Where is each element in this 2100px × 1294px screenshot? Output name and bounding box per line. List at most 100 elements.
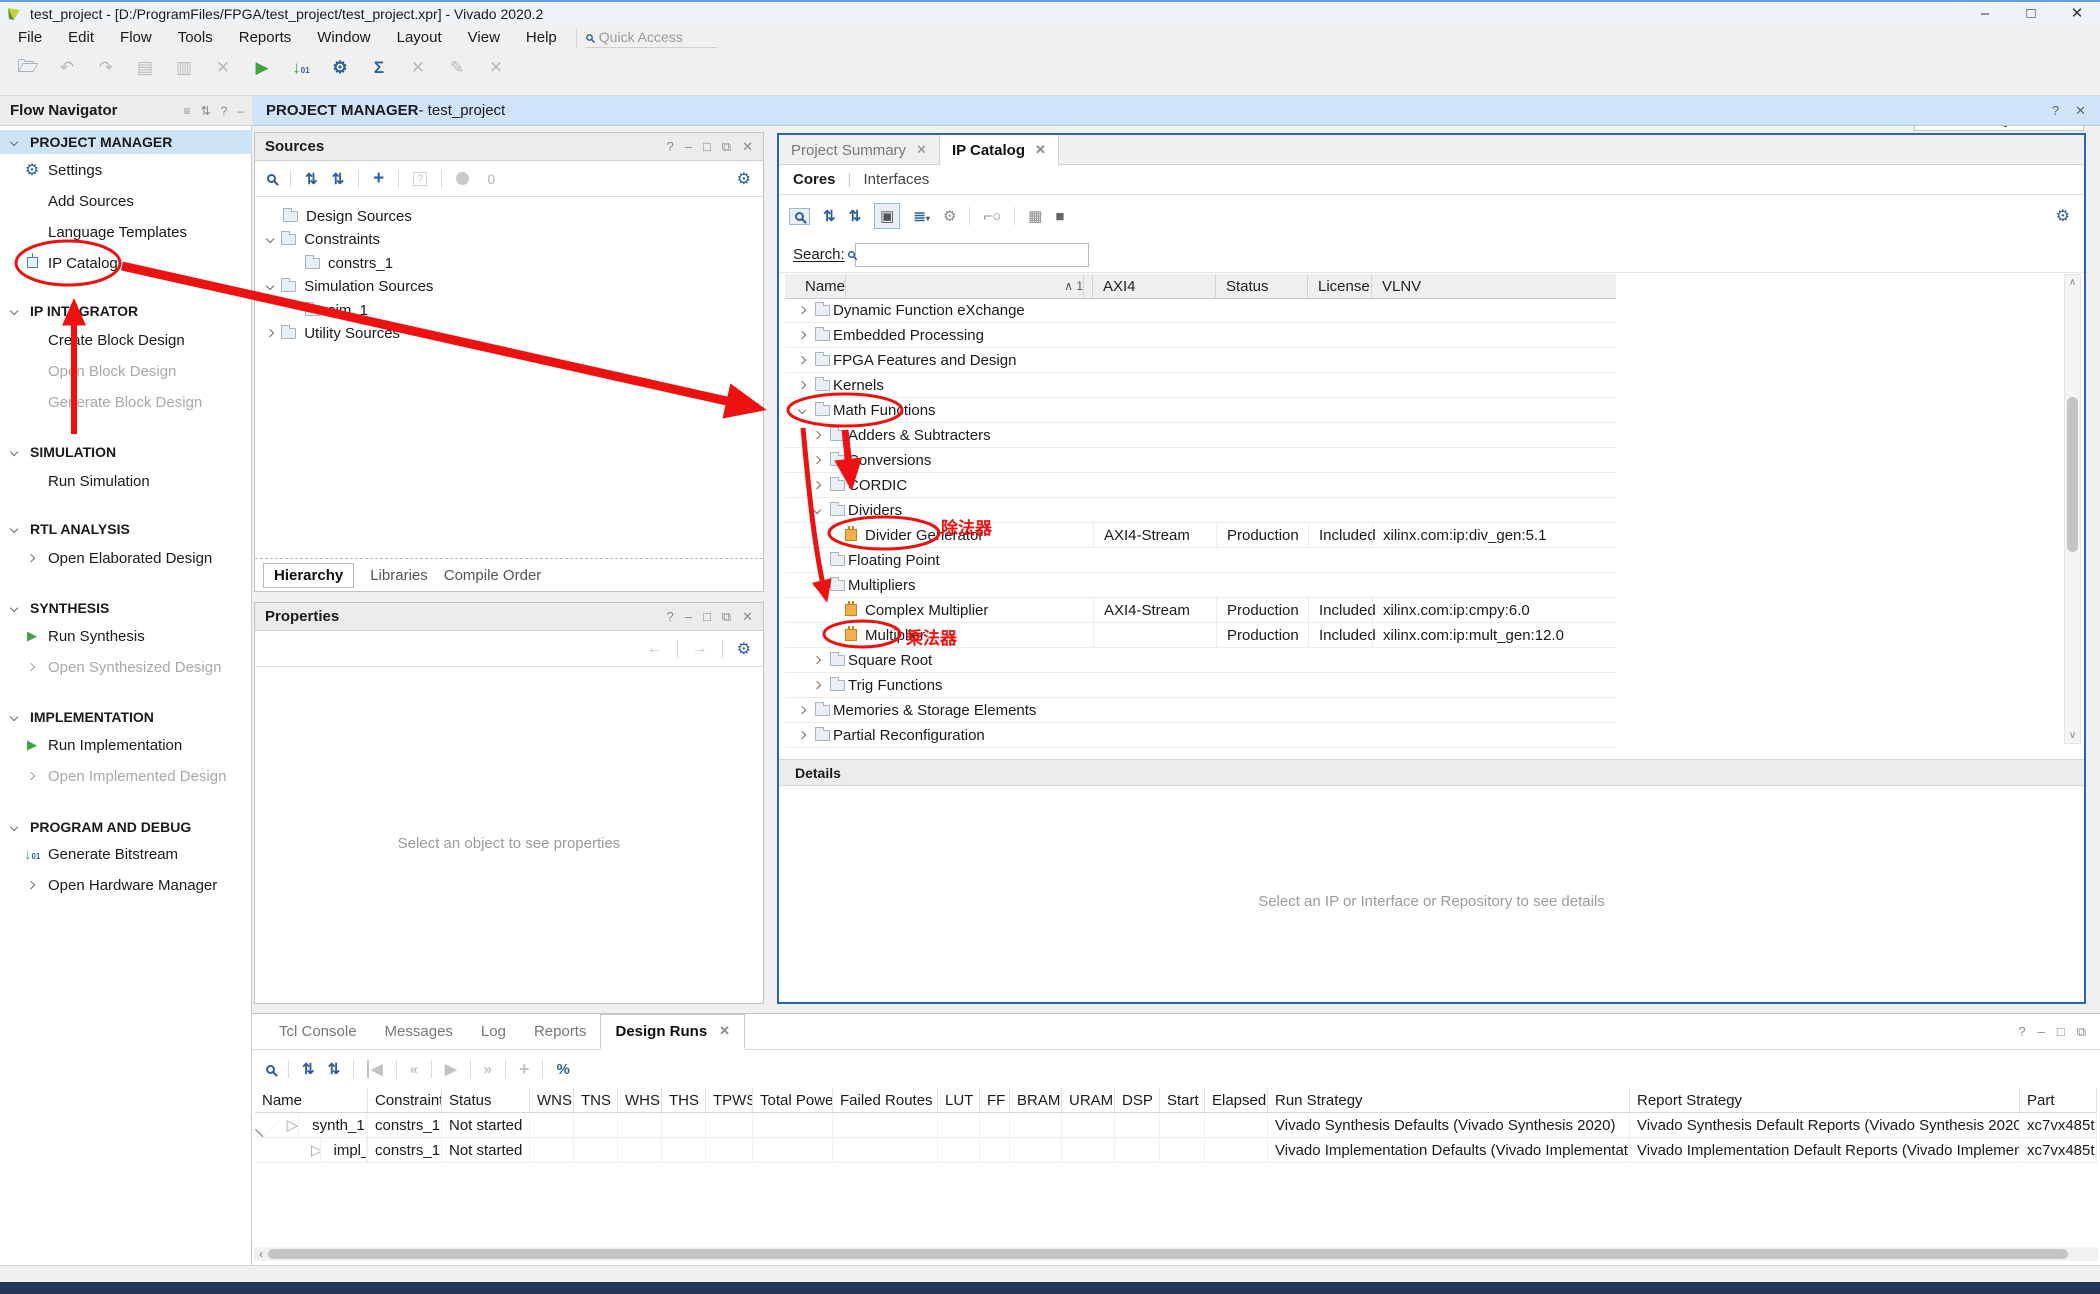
close-panel-icon[interactable]: ✕: [742, 609, 753, 625]
nav-open-hardware-manager[interactable]: Open Hardware Manager: [0, 873, 252, 897]
ip-row-dynamic-function-exchange[interactable]: Dynamic Function eXchange: [785, 298, 1616, 323]
search-icon[interactable]: [267, 174, 276, 183]
nav-ip-catalog[interactable]: IP Catalog: [0, 251, 252, 275]
chevron-right-icon[interactable]: [266, 329, 275, 338]
ip-row-cordic[interactable]: CORDIC: [785, 473, 1616, 498]
ip-row-math-functions[interactable]: Math Functions: [785, 398, 1616, 423]
run-icon[interactable]: ▶: [250, 58, 274, 78]
scroll-left-icon[interactable]: ‹: [254, 1247, 268, 1261]
tree-item-design-sources[interactable]: Design Sources: [283, 205, 412, 228]
redo-icon[interactable]: ↷: [94, 58, 118, 78]
section-ip-integrator[interactable]: IP INTEGRATOR: [0, 299, 252, 323]
generate-bitstream-icon[interactable]: ↓01: [289, 58, 313, 78]
tab-compile-order[interactable]: Compile Order: [444, 567, 542, 584]
chevron-right-icon[interactable]: [798, 731, 807, 740]
chevron-right-icon[interactable]: [813, 456, 822, 465]
expand-all-icon[interactable]: ⇅: [849, 207, 862, 225]
tab-ip-catalog[interactable]: IP Catalog ✕: [939, 135, 1059, 165]
menu-file[interactable]: File: [0, 29, 55, 46]
column[interactable]: Part: [2020, 1088, 2097, 1112]
column-vlnv[interactable]: VLNV: [1372, 274, 1616, 298]
quick-access-input[interactable]: Quick Access: [585, 28, 717, 48]
nav-add-sources[interactable]: Add Sources: [0, 189, 252, 213]
ip-row-partial-reconfiguration[interactable]: Partial Reconfiguration: [785, 723, 1616, 748]
column[interactable]: TNS: [574, 1088, 618, 1112]
close-tab-icon[interactable]: ✕: [719, 1023, 730, 1039]
column[interactable]: LUT: [938, 1088, 980, 1112]
ip-row-multipliers[interactable]: Multipliers: [785, 573, 1616, 598]
collapse-all-icon[interactable]: ⇅: [823, 207, 836, 225]
chevron-down-icon[interactable]: [813, 581, 822, 590]
paste-icon[interactable]: ▥: [172, 58, 196, 78]
chevron-down-icon[interactable]: [813, 506, 822, 515]
help-icon[interactable]: ?: [666, 139, 673, 155]
chevron-right-icon[interactable]: [813, 556, 822, 565]
minimize-button[interactable]: –: [1962, 2, 2008, 28]
help-icon[interactable]: ?: [221, 104, 228, 118]
collapse-all-icon[interactable]: ≡: [184, 104, 191, 118]
menu-layout[interactable]: Layout: [384, 29, 455, 46]
tab-tcl-console[interactable]: Tcl Console: [265, 1015, 371, 1048]
column[interactable]: Name: [255, 1088, 368, 1112]
abort-icon[interactable]: ✕: [484, 58, 508, 78]
column[interactable]: DSP: [1115, 1088, 1160, 1112]
ip-row-fpga-features[interactable]: FPGA Features and Design: [785, 348, 1616, 373]
column[interactable]: URAM: [1062, 1088, 1115, 1112]
help-icon[interactable]: ?: [666, 609, 673, 625]
chevron-right-icon[interactable]: [813, 656, 822, 665]
chevron-down-icon[interactable]: [266, 282, 275, 291]
maximize-button[interactable]: □: [2008, 2, 2054, 28]
hierarchy-view-icon[interactable]: ≣▾: [913, 207, 930, 225]
scrollbar-thumb[interactable]: [268, 1249, 2068, 1259]
nav-open-elaborated-design[interactable]: Open Elaborated Design: [0, 546, 252, 570]
collapse-all-icon[interactable]: ⇅: [305, 170, 318, 188]
ip-row-memories-storage[interactable]: Memories & Storage Elements: [785, 698, 1616, 723]
settings-gear-icon[interactable]: ⚙: [328, 58, 352, 78]
subnav-cores[interactable]: Cores: [793, 171, 836, 188]
percent-icon[interactable]: %: [556, 1061, 569, 1078]
cancel-icon[interactable]: ✕: [406, 58, 430, 78]
menu-help[interactable]: Help: [513, 29, 570, 46]
close-tab-icon[interactable]: ✕: [916, 142, 927, 158]
nav-run-simulation[interactable]: Run Simulation: [0, 469, 252, 493]
section-implementation[interactable]: IMPLEMENTATION: [0, 705, 252, 729]
ip-row-floating-point[interactable]: Floating Point: [785, 548, 1616, 573]
column[interactable]: Run Strategy: [1268, 1088, 1630, 1112]
tree-item-utility-sources[interactable]: Utility Sources: [267, 322, 400, 345]
sum-reports-icon[interactable]: Σ: [367, 58, 391, 78]
back-icon[interactable]: ←: [647, 640, 663, 658]
add-sources-icon[interactable]: +: [373, 168, 384, 190]
column-name[interactable]: Name ∧ 1: [785, 274, 1093, 298]
scrollbar-thumb[interactable]: [2067, 397, 2078, 552]
collapse-all-icon[interactable]: ⇅: [302, 1060, 315, 1078]
horizontal-scrollbar[interactable]: ‹: [254, 1247, 2098, 1261]
scroll-down-icon[interactable]: ∨: [2065, 730, 2080, 741]
rewind-icon[interactable]: «: [410, 1061, 418, 1078]
close-panel-icon[interactable]: ✕: [742, 139, 753, 155]
tree-item-simulation-sources[interactable]: Simulation Sources: [267, 275, 433, 298]
chevron-right-icon[interactable]: [813, 481, 822, 490]
column[interactable]: Report Strategy: [1630, 1088, 2020, 1112]
menu-reports[interactable]: Reports: [226, 29, 305, 46]
scroll-up-icon[interactable]: ∧: [2065, 277, 2080, 288]
close-button[interactable]: ✕: [2054, 2, 2100, 28]
customize-wrench-icon[interactable]: ⚙: [943, 207, 956, 225]
tab-hierarchy[interactable]: Hierarchy: [263, 563, 354, 588]
ip-row-kernels[interactable]: Kernels: [785, 373, 1616, 398]
column[interactable]: BRAM: [1010, 1088, 1062, 1112]
ip-row-square-root[interactable]: Square Root: [785, 648, 1616, 673]
column-license[interactable]: License: [1308, 274, 1372, 298]
nav-settings[interactable]: ⚙ Settings: [0, 158, 252, 182]
vertical-scrollbar[interactable]: ∧ ∨: [2064, 274, 2081, 744]
menu-window[interactable]: Window: [304, 29, 383, 46]
help-icon[interactable]: ?: [2018, 1024, 2025, 1040]
edit-icon[interactable]: ✎: [445, 58, 469, 78]
nav-run-synthesis[interactable]: ▶ Run Synthesis: [0, 624, 252, 648]
nav-run-implementation[interactable]: ▶ Run Implementation: [0, 733, 252, 757]
tree-item-constrs-1[interactable]: constrs_1: [305, 252, 393, 275]
tab-messages[interactable]: Messages: [371, 1015, 467, 1048]
minimize-panel-icon[interactable]: ‒: [2038, 1024, 2045, 1040]
float-panel-icon[interactable]: ⧉: [722, 139, 731, 155]
open-project-icon[interactable]: 🗁: [16, 54, 40, 83]
ip-search-input[interactable]: [855, 243, 1089, 267]
